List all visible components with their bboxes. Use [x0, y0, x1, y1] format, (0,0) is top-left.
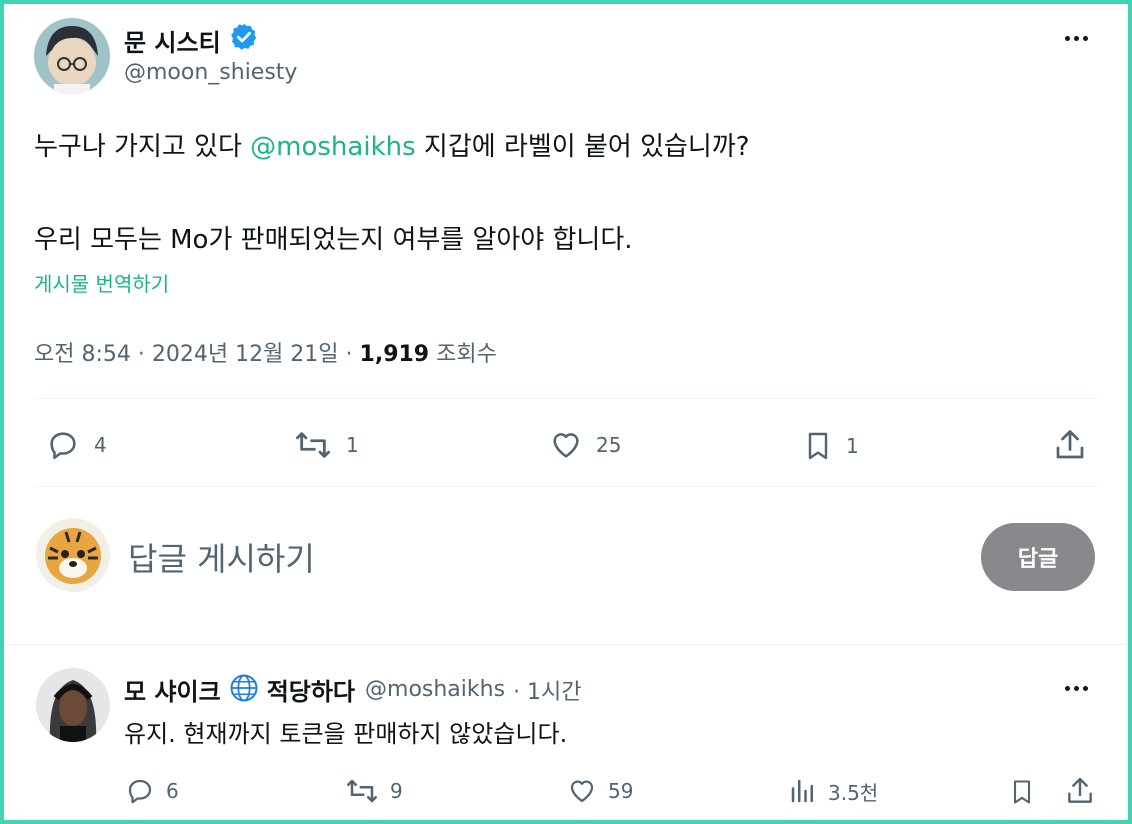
- reply-action[interactable]: 4: [44, 428, 107, 462]
- bookmark-icon: [808, 432, 828, 460]
- divider-bottom: [4, 644, 1128, 645]
- globe-icon: [229, 673, 259, 707]
- bookmark-count: 1: [846, 434, 859, 458]
- tweet-frame: 문 시스티 @moon_shiesty 누구나 가지고 있다 @moshaikh…: [0, 0, 1132, 824]
- tweet-text-line-2: 우리 모두는 Mo가 판매되었는지 여부를 알아야 합니다.: [34, 225, 633, 255]
- retweet-icon: [347, 779, 377, 803]
- reply-like-count: 59: [608, 779, 634, 803]
- reply-bookmark-action[interactable]: [1008, 776, 1036, 808]
- reply-author-suffix[interactable]: 적당하다: [267, 672, 355, 707]
- bookmark-action[interactable]: 1: [802, 428, 859, 464]
- analytics-icon: [791, 779, 813, 803]
- author-avatar[interactable]: [34, 18, 110, 94]
- tweet-text-prefix: 누구나 가지고 있다: [34, 132, 251, 162]
- current-user-avatar[interactable]: [36, 518, 110, 592]
- reply-time[interactable]: · 1시간: [513, 674, 581, 706]
- timestamp[interactable]: 오전 8:54 · 2024년 12월 21일 ·: [34, 342, 360, 367]
- reply-text: 유지. 현재까지 토큰을 판매하지 않았습니다.: [124, 720, 568, 748]
- views-count: 1,919: [359, 342, 430, 367]
- reply-count: 4: [94, 433, 107, 457]
- reply-input[interactable]: 답글 게시하기: [128, 534, 315, 580]
- reply-author-handle[interactable]: @moshaikhs: [365, 677, 505, 702]
- reply-icon: [128, 779, 152, 804]
- bookmark-icon: [1013, 780, 1031, 804]
- reply-reply-action[interactable]: 6: [124, 776, 179, 806]
- retweet-action[interactable]: 1: [292, 428, 359, 462]
- like-count: 25: [596, 433, 622, 457]
- share-icon: [1056, 430, 1084, 459]
- reply-retweet-action[interactable]: 9: [344, 776, 403, 806]
- more-options-icon[interactable]: [1065, 36, 1088, 41]
- divider-middle: [34, 486, 1098, 487]
- tweet-text-suffix: 지갑에 라벨이 붙어 있습니까?: [415, 132, 750, 162]
- heart-icon: [570, 780, 594, 803]
- retweet-icon: [296, 432, 331, 458]
- author-handle[interactable]: @moon_shiesty: [124, 60, 297, 85]
- retweet-count: 1: [346, 433, 359, 457]
- reply-author-name[interactable]: 모 샤이크: [124, 672, 221, 707]
- like-action[interactable]: 25: [548, 428, 621, 462]
- divider-top: [34, 398, 1098, 399]
- reply-button[interactable]: 답글: [981, 523, 1095, 591]
- author-name-text[interactable]: 문 시스티: [124, 23, 221, 58]
- translate-link[interactable]: 게시물 번역하기: [34, 268, 169, 297]
- reply-reply-count: 6: [166, 779, 179, 803]
- reply-share-action[interactable]: [1064, 774, 1096, 808]
- mention-link[interactable]: @moshaikhs: [250, 132, 416, 162]
- views-label: 조회수: [429, 342, 497, 367]
- reply-icon: [50, 432, 76, 460]
- author-name[interactable]: 문 시스티: [124, 22, 259, 58]
- tweet-meta: 오전 8:54 · 2024년 12월 21일 · 1,919 조회수: [34, 336, 497, 368]
- reply-header: 모 샤이크 적당하다 @moshaikhs · 1시간: [124, 672, 582, 707]
- share-action[interactable]: [1052, 426, 1088, 464]
- reply-views-action[interactable]: 3.5천: [788, 776, 878, 806]
- tweet-text-line-1: 누구나 가지고 있다 @moshaikhs 지갑에 라벨이 붙어 있습니까?: [34, 126, 750, 163]
- reply-retweet-count: 9: [390, 779, 403, 803]
- share-icon: [1068, 777, 1092, 803]
- verified-badge-icon: [229, 22, 259, 58]
- reply-like-action[interactable]: 59: [566, 776, 633, 806]
- reply-views-count: 3.5천: [828, 780, 879, 805]
- heart-icon: [553, 433, 579, 458]
- reply-author-avatar[interactable]: [36, 668, 110, 742]
- reply-more-options-icon[interactable]: [1065, 686, 1088, 691]
